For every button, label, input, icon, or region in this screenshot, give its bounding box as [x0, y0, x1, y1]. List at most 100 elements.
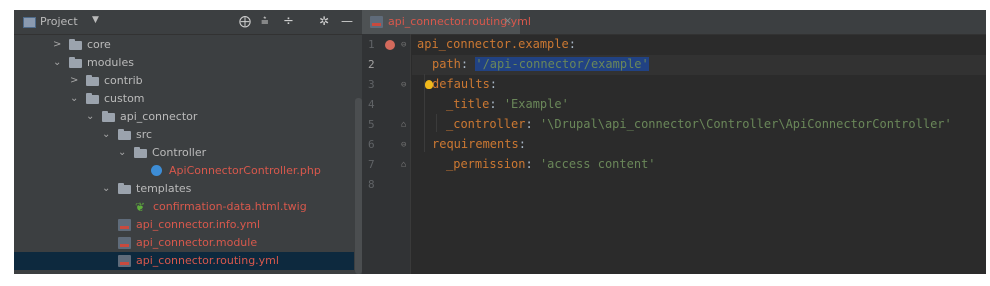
chevron-right-icon[interactable]: > [70, 72, 78, 90]
yaml-key: path [432, 57, 461, 71]
scrollbar-thumb[interactable] [355, 98, 362, 274]
chevron-right-icon[interactable]: > [53, 36, 61, 54]
tree-item-label: confirmation-data.html.twig [153, 200, 307, 213]
project-panel-title[interactable]: Project [40, 15, 78, 28]
tab-routing-yml[interactable]: api_connector.routing.yml × [362, 10, 531, 34]
code-line: _controller: '\Drupal\api_connector\Cont… [446, 114, 952, 134]
chevron-down-icon[interactable]: ⌄ [102, 126, 110, 144]
minimize-icon[interactable]: — [341, 14, 353, 28]
tree-item-label: core [87, 38, 111, 51]
project-panel-header: Project ▼ ⨁ ⩮ ÷ ✲ — [14, 10, 362, 35]
tree-item-custom[interactable]: ⌄ custom [14, 90, 354, 108]
target-icon[interactable]: ⨁ [239, 14, 251, 28]
indent-guide [436, 114, 437, 132]
project-view-icon [23, 17, 36, 28]
tree-item-label: custom [104, 92, 145, 105]
module-file-icon [118, 237, 131, 249]
yaml-colon: : [489, 97, 504, 111]
tree-item-label: contrib [104, 74, 143, 87]
code-line: path: '/api-connector/example' [432, 54, 649, 74]
expand-icon[interactable]: ÷ [283, 14, 294, 29]
chevron-down-icon[interactable]: ⌄ [53, 54, 61, 72]
tree-item-modules[interactable]: ⌄ modules [14, 54, 354, 72]
chevron-down-icon[interactable]: ⌄ [102, 180, 110, 198]
yml-file-icon [118, 255, 131, 267]
folder-icon [86, 75, 99, 86]
folder-icon [118, 183, 131, 194]
tree-item-label: ApiConnectorController.php [169, 164, 321, 177]
fold-end-icon[interactable]: ⌂ [401, 120, 406, 130]
yml-file-icon [370, 16, 383, 28]
yaml-string: 'access content' [539, 157, 656, 171]
yaml-string: '\Drupal\api_connector\Controller\ApiCon… [539, 117, 952, 131]
code-line: defaults: [432, 74, 497, 94]
chevron-down-icon[interactable]: ⌄ [86, 108, 94, 126]
breakpoint-icon[interactable] [385, 40, 395, 50]
tree-item-module[interactable]: api_connector.module [14, 234, 354, 252]
folder-icon [69, 39, 82, 50]
close-icon[interactable]: × [503, 14, 512, 27]
yaml-key: api_connector.example [417, 37, 569, 51]
tree-item-api-connector[interactable]: ⌄ api_connector [14, 108, 354, 126]
project-scrollbar[interactable] [355, 36, 362, 274]
tree-item-src[interactable]: ⌄ src [14, 126, 354, 144]
code-line: requirements: [432, 134, 526, 154]
line-number: 3 [368, 78, 375, 91]
project-panel: Project ▼ ⨁ ⩮ ÷ ✲ — > core ⌄ modules > c… [14, 10, 362, 274]
chevron-down-icon[interactable]: ⌄ [70, 90, 78, 108]
tree-item-label: modules [87, 56, 134, 69]
ide-window: Project ▼ ⨁ ⩮ ÷ ✲ — > core ⌄ modules > c… [14, 10, 986, 274]
yaml-key: _permission [446, 157, 526, 171]
collapse-all-icon[interactable]: ⩮ [261, 14, 269, 29]
tree-item-routing-yml[interactable]: api_connector.routing.yml [14, 252, 354, 270]
line-number: 8 [368, 178, 375, 191]
yaml-colon: : [489, 77, 498, 91]
editor-panel: api_connector.routing.yml × 1 2 3 4 5 6 … [362, 10, 986, 274]
yaml-key: _controller [446, 117, 526, 131]
line-number: 1 [368, 38, 375, 51]
line-number: 5 [368, 118, 375, 131]
line-number: 6 [368, 138, 375, 151]
tree-item-apiconnectorcontroller-php[interactable]: ApiConnectorController.php [14, 162, 354, 180]
tree-item-core[interactable]: > core [14, 36, 354, 54]
editor-tab-bar: api_connector.routing.yml × [362, 10, 986, 35]
code-line: api_connector.example: [417, 34, 576, 54]
line-number: 7 [368, 158, 375, 171]
yaml-key: requirements [432, 137, 519, 151]
tree-item-label: templates [136, 182, 192, 195]
line-number: 4 [368, 98, 375, 111]
yaml-key: _title [446, 97, 490, 111]
tree-item-info-yml[interactable]: api_connector.info.yml [14, 216, 354, 234]
tree-item-label: api_connector.info.yml [136, 218, 261, 231]
folder-icon [86, 93, 99, 104]
tree-item-label: api_connector.module [136, 236, 258, 249]
editor-gutter: 1 2 3 4 5 6 7 8 ⊖ ⊖ ⌂ ⊖ ⌂ [362, 34, 411, 274]
tree-item-contrib[interactable]: > contrib [14, 72, 354, 90]
yaml-string: 'Example' [503, 97, 569, 111]
folder-icon [118, 129, 131, 140]
line-number: 2 [368, 58, 375, 71]
tree-item-label: api_connector [120, 110, 198, 123]
fold-end-icon[interactable]: ⌂ [401, 160, 406, 170]
chevron-down-icon[interactable]: ▼ [92, 15, 99, 25]
php-file-icon [151, 165, 162, 176]
yaml-string-selected: '/api-connector/example' [475, 57, 649, 71]
folder-icon [134, 147, 147, 158]
yaml-colon: : [525, 157, 540, 171]
chevron-down-icon[interactable]: ⌄ [118, 144, 126, 162]
yml-file-icon [118, 219, 131, 231]
fold-icon[interactable]: ⊖ [401, 140, 406, 150]
tree-item-templates[interactable]: ⌄ templates [14, 180, 354, 198]
folder-icon [102, 111, 115, 122]
tree-item-label: api_connector.routing.yml [136, 254, 279, 267]
yaml-key: defaults [432, 77, 490, 91]
gear-icon[interactable]: ✲ [319, 14, 329, 28]
lightbulb-icon[interactable] [425, 80, 433, 89]
yaml-colon: : [518, 137, 526, 151]
yaml-colon: : [568, 37, 576, 51]
tree-item-controller[interactable]: ⌄ Controller [14, 144, 354, 162]
fold-icon[interactable]: ⊖ [401, 80, 406, 90]
tree-item-confirmation-twig[interactable]: ❦ confirmation-data.html.twig [14, 198, 354, 216]
fold-icon[interactable]: ⊖ [401, 40, 406, 50]
tree-item-label: Controller [152, 146, 207, 159]
